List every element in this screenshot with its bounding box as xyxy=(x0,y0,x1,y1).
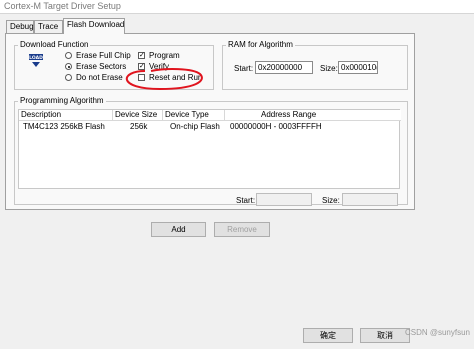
column-header-device-size[interactable]: Device Size xyxy=(113,110,163,121)
cell-address-range: 00000000H - 0003FFFFH xyxy=(230,122,322,131)
ram-algorithm-legend: RAM for Algorithm xyxy=(226,40,295,49)
cell-device-size: 256k xyxy=(130,122,148,131)
algorithm-start-input[interactable] xyxy=(256,193,312,206)
program-label: Program xyxy=(149,51,180,60)
download-function-legend: Download Function xyxy=(18,40,91,49)
load-icon: LOAD xyxy=(29,54,43,67)
tab-flash-download[interactable]: Flash Download xyxy=(63,18,125,34)
radio-icon xyxy=(65,52,72,59)
cancel-button[interactable]: 取消 xyxy=(360,328,410,343)
algorithm-table[interactable]: Description Device Size Device Type Addr… xyxy=(18,109,401,189)
check-icon: ✓ xyxy=(138,52,145,59)
column-header-device-type[interactable]: Device Type xyxy=(163,110,225,121)
cell-device-type: On-chip Flash xyxy=(170,122,220,131)
ram-start-label: Start: xyxy=(234,64,254,73)
programming-algorithm-legend: Programming Algorithm xyxy=(18,96,106,105)
algorithm-start-label: Start: xyxy=(236,196,256,205)
algorithm-size-label: Size: xyxy=(322,196,340,205)
watermark: CSDN @sunyfsun xyxy=(404,328,470,337)
ok-button[interactable]: 确定 xyxy=(303,328,353,343)
column-header-address-range[interactable]: Address Range xyxy=(225,110,401,121)
algorithm-size-input[interactable] xyxy=(342,193,398,206)
program-checkbox[interactable]: ✓ Program xyxy=(138,51,180,60)
remove-button[interactable]: Remove xyxy=(214,222,270,237)
erase-full-chip-radio[interactable]: Erase Full Chip xyxy=(65,51,131,60)
tab-debug[interactable]: Debug xyxy=(6,20,34,33)
radio-selected-icon xyxy=(65,63,72,70)
column-header-description[interactable]: Description xyxy=(19,110,113,121)
erase-full-chip-label: Erase Full Chip xyxy=(76,51,131,60)
window-titlebar: Cortex-M Target Driver Setup xyxy=(0,0,474,14)
svg-text:LOAD: LOAD xyxy=(29,55,43,61)
window-title: Cortex-M Target Driver Setup xyxy=(4,1,121,11)
cell-description: TM4C123 256kB Flash xyxy=(23,122,105,131)
red-circle-annotation xyxy=(126,68,203,91)
ram-size-input[interactable]: 0x000010( xyxy=(338,61,378,74)
radio-icon xyxy=(65,74,72,81)
ram-start-input[interactable]: 0x20000000 xyxy=(255,61,313,74)
ram-size-label: Size: xyxy=(320,64,338,73)
add-button[interactable]: Add xyxy=(151,222,206,237)
tab-trace[interactable]: Trace xyxy=(34,20,63,33)
